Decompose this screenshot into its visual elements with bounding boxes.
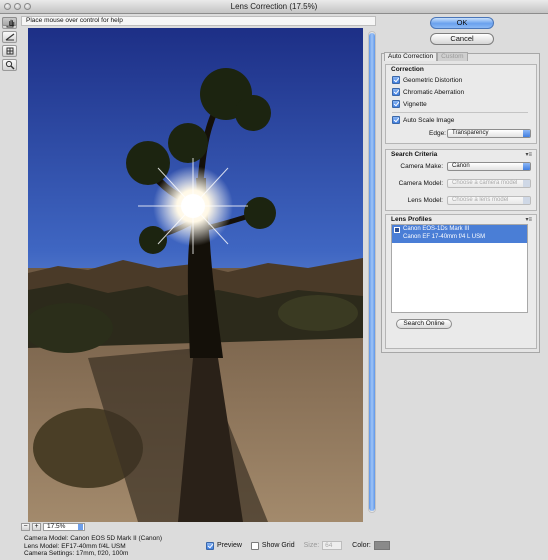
preview-checkbox[interactable] bbox=[206, 541, 214, 550]
zoom-out-button[interactable]: − bbox=[21, 522, 30, 531]
ok-button[interactable]: OK bbox=[430, 17, 494, 29]
grid-size-field[interactable]: 64 bbox=[322, 541, 343, 550]
preview-scrollbar[interactable] bbox=[368, 31, 376, 513]
help-text: Place mouse over control for help bbox=[21, 16, 376, 26]
cancel-button[interactable]: Cancel bbox=[430, 33, 494, 45]
image-preview[interactable] bbox=[28, 28, 363, 522]
zoom-level-select[interactable]: 17.5% bbox=[43, 522, 85, 531]
geometric-distortion-checkbox[interactable] bbox=[392, 76, 400, 84]
tool-bar bbox=[2, 17, 18, 71]
lens-model-placeholder: Choose a lens model bbox=[452, 197, 509, 203]
preview-label: Preview bbox=[217, 542, 242, 549]
camera-model-select[interactable]: Choose a camera model bbox=[447, 179, 531, 188]
correction-group: Correction Geometric Distortion Chromati… bbox=[385, 64, 537, 144]
title-bar: Lens Correction (17.5%) bbox=[0, 0, 548, 14]
zoom-level-value: 17.5% bbox=[47, 522, 66, 530]
camera-make-value: Canon bbox=[452, 163, 470, 169]
chromatic-aberration-checkbox[interactable] bbox=[392, 88, 400, 96]
chromatic-aberration-row: Chromatic Aberration bbox=[392, 88, 464, 96]
search-criteria-menu-icon[interactable]: ▾≡ bbox=[525, 151, 532, 158]
correction-title: Correction bbox=[391, 66, 424, 73]
lens-model-select[interactable]: Choose a lens model bbox=[447, 196, 531, 205]
show-grid-label: Show Grid bbox=[261, 542, 295, 549]
lens-profile-camera: Canon EOS-1Ds Mark III bbox=[403, 226, 470, 232]
camera-settings-info: Camera Settings: 17mm, f/20, 100m bbox=[24, 550, 129, 557]
lens-profile-item[interactable]: Canon EOS-1Ds Mark III Canon EF 17-40mm … bbox=[392, 225, 527, 243]
search-online-button[interactable]: Search Online bbox=[396, 319, 452, 329]
zoom-controls: − + 17.5% bbox=[21, 522, 111, 531]
straighten-icon bbox=[5, 33, 14, 41]
correction-divider bbox=[392, 112, 528, 113]
move-grid-icon bbox=[6, 47, 13, 55]
geometric-distortion-label: Geometric Distortion bbox=[403, 76, 463, 84]
lens-profile-lens: Canon EF 17-40mm f/4 L USM bbox=[403, 234, 486, 240]
lens-profiles-menu-icon[interactable]: ▾≡ bbox=[525, 216, 532, 223]
chevron-updown-icon bbox=[523, 180, 530, 187]
image-info: Camera Model: Canon EOS 5D Mark II (Cano… bbox=[24, 535, 162, 558]
camera-model-label: Camera Model: bbox=[398, 180, 443, 187]
color-label: Color: bbox=[352, 542, 371, 549]
scrollbar-thumb[interactable] bbox=[369, 33, 375, 511]
zoom-tool[interactable] bbox=[2, 59, 17, 71]
camera-model-placeholder: Choose a camera model bbox=[452, 180, 518, 186]
hand-tool[interactable] bbox=[2, 17, 17, 26]
chevron-updown-icon bbox=[523, 197, 530, 204]
chromatic-aberration-label: Chromatic Aberration bbox=[403, 88, 465, 96]
preview-options: Preview Show Grid Size: 64 Color: bbox=[206, 541, 390, 550]
tab-custom[interactable]: Custom bbox=[437, 52, 468, 61]
photo-joshua-tree bbox=[28, 28, 363, 522]
hand-icon bbox=[9, 19, 15, 26]
move-grid-tool[interactable] bbox=[2, 45, 17, 57]
lens-profiles-title: Lens Profiles bbox=[391, 216, 432, 223]
search-criteria-title: Search Criteria bbox=[391, 151, 438, 158]
vignette-label: Vignette bbox=[403, 100, 427, 108]
chevron-updown-icon bbox=[523, 130, 530, 137]
camera-make-label: Camera Make: bbox=[400, 163, 443, 170]
lens-model-info: Lens Model: EF17-40mm f/4L USM bbox=[24, 542, 126, 550]
edge-value: Transparency bbox=[452, 130, 489, 136]
auto-scale-label: Auto Scale Image bbox=[403, 116, 455, 124]
lens-profiles-list[interactable]: Canon EOS-1Ds Mark III Canon EF 17-40mm … bbox=[391, 224, 528, 313]
tab-auto-correction[interactable]: Auto Correction bbox=[384, 52, 438, 61]
vignette-row: Vignette bbox=[392, 100, 427, 108]
grid-color-swatch[interactable] bbox=[373, 541, 390, 550]
auto-scale-row: Auto Scale Image bbox=[392, 116, 454, 124]
profile-icon bbox=[394, 227, 400, 233]
size-label: Size: bbox=[303, 542, 320, 549]
settings-tabs: Auto Correction Custom bbox=[384, 52, 468, 61]
vignette-checkbox[interactable] bbox=[392, 100, 400, 108]
camera-model-info: Camera Model: Canon EOS 5D Mark II (Cano… bbox=[24, 535, 162, 542]
camera-make-select[interactable]: Canon bbox=[447, 162, 531, 171]
straighten-tool[interactable] bbox=[2, 31, 17, 43]
lens-model-label: Lens Model: bbox=[407, 197, 443, 204]
chevron-updown-icon bbox=[523, 163, 530, 170]
zoom-icon bbox=[5, 60, 14, 70]
geometric-distortion-row: Geometric Distortion bbox=[392, 76, 462, 84]
search-criteria-group: Search Criteria ▾≡ Camera Make: Canon Ca… bbox=[385, 149, 537, 211]
edge-select[interactable]: Transparency bbox=[447, 129, 531, 138]
window-title: Lens Correction (17.5%) bbox=[230, 2, 318, 11]
show-grid-checkbox[interactable] bbox=[250, 541, 259, 550]
edge-label: Edge: bbox=[429, 130, 446, 137]
zoom-in-button[interactable]: + bbox=[32, 522, 41, 531]
auto-scale-checkbox[interactable] bbox=[392, 116, 400, 124]
